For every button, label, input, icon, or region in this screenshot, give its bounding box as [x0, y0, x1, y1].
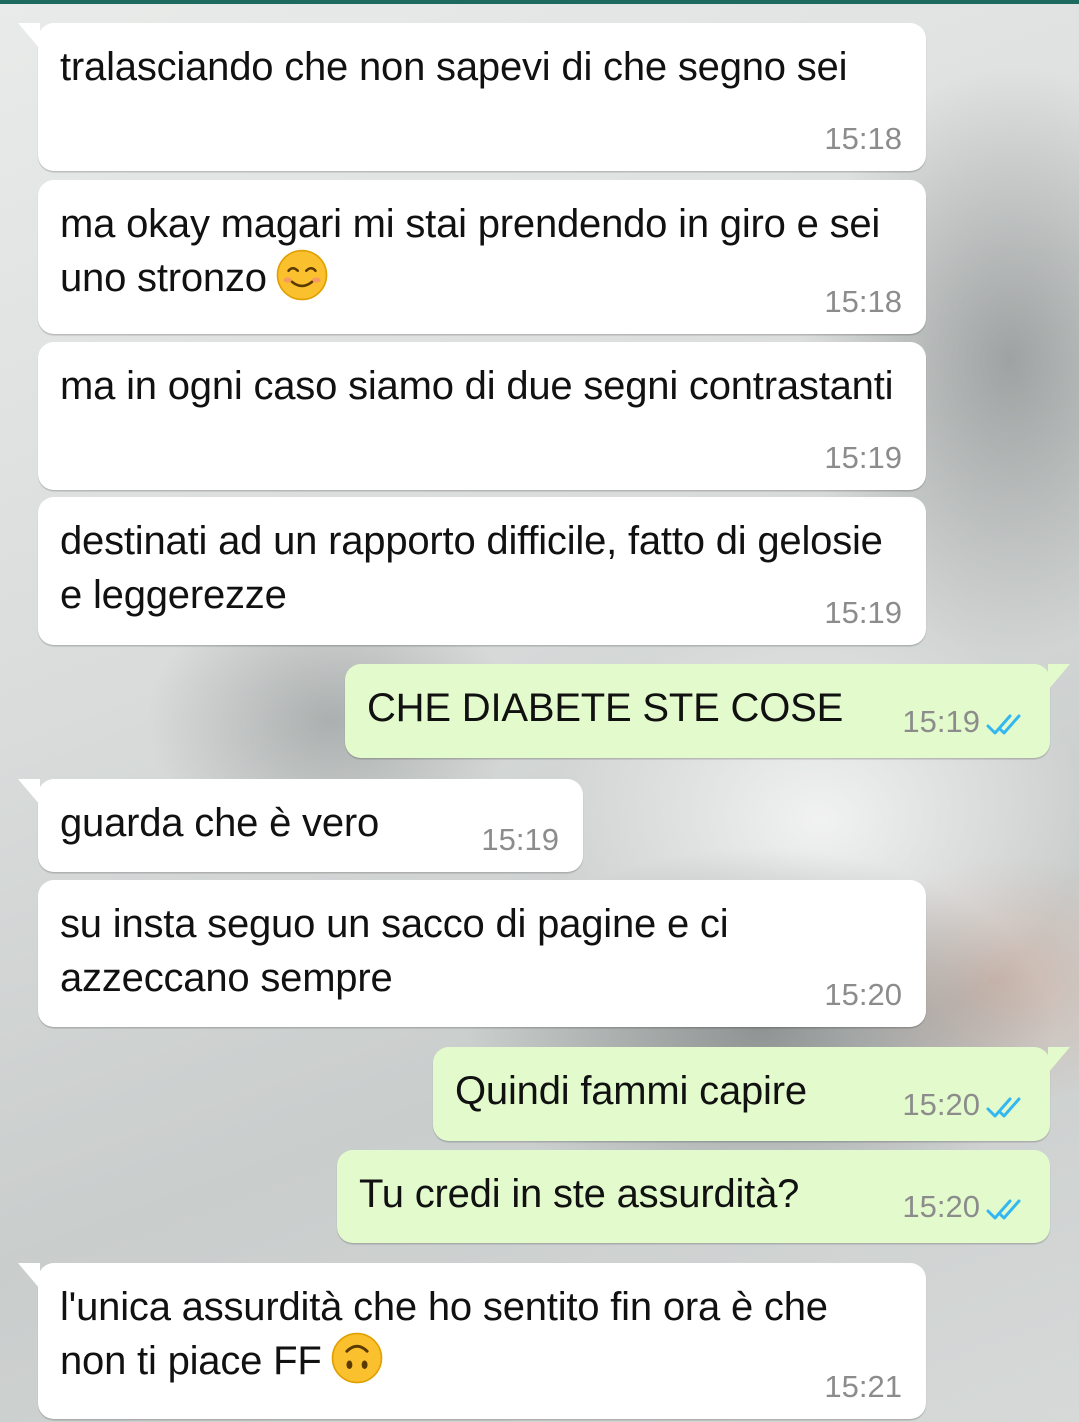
message-text: su insta seguo un sacco di pagine e ci a…	[60, 902, 740, 1000]
message-time: 15:18	[824, 284, 902, 319]
message-incoming[interactable]: guarda che è vero 15:19	[18, 779, 583, 872]
read-double-check-icon	[986, 714, 1021, 735]
message-outgoing[interactable]: Tu credi in ste assurdità? 15:20	[337, 1150, 1050, 1243]
message-time: 15:19	[824, 440, 902, 475]
message-incoming[interactable]: tralasciando che non sapevi di che segno…	[18, 23, 926, 171]
message-time: 15:20	[902, 1189, 980, 1224]
read-double-check-icon	[986, 1097, 1021, 1118]
message-text: ma okay magari mi stai prendendo in giro…	[60, 197, 902, 305]
message-time: 15:20	[902, 1087, 980, 1122]
message-time: 15:20	[824, 977, 902, 1012]
message-outgoing[interactable]: CHE DIABETE STE COSE 15:19	[345, 664, 1070, 758]
message-time: 15:18	[824, 121, 902, 156]
upside-down-face-icon	[331, 1333, 382, 1384]
message-time: 15:21	[824, 1369, 902, 1404]
message-incoming[interactable]: ma in ogni caso siamo di due segni contr…	[38, 342, 926, 490]
message-time: 15:19	[902, 704, 980, 739]
message-text: destinati ad un rapporto difficile, fatt…	[60, 519, 894, 617]
message-incoming[interactable]: l'unica assurdità che ho sentito fin ora…	[18, 1263, 926, 1419]
message-text: tralasciando che non sapevi di che segno…	[60, 45, 848, 89]
smiling-face-icon	[276, 250, 328, 301]
message-text: ma in ogni caso siamo di due segni contr…	[60, 364, 894, 408]
message-incoming[interactable]: destinati ad un rapporto difficile, fatt…	[38, 497, 926, 645]
message-incoming[interactable]: su insta seguo un sacco di pagine e ci a…	[38, 880, 926, 1027]
header-edge	[0, 0, 1079, 4]
message-time: 15:19	[824, 595, 902, 630]
read-double-check-icon	[986, 1199, 1021, 1220]
message-text: l'unica assurdità che ho sentito fin ora…	[60, 1280, 902, 1388]
message-outgoing[interactable]: Quindi fammi capire 15:20	[433, 1047, 1070, 1141]
message-time: 15:19	[481, 822, 559, 857]
message-incoming[interactable]: ma okay magari mi stai prendendo in giro…	[38, 180, 926, 334]
